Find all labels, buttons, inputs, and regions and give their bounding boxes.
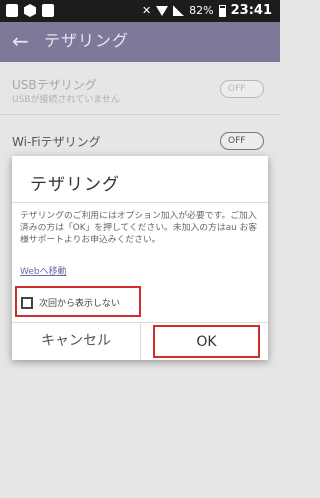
wifi-tethering-row[interactable]: Wi-Fiテザリング OFF xyxy=(0,115,280,155)
dialog-message: テザリングのご利用にはオプション加入が必要です。ご加入済みの方は「OK」を押して… xyxy=(20,211,258,245)
notification-icons xyxy=(6,4,54,17)
web-link[interactable]: Webへ移動 xyxy=(20,264,67,277)
app-toolbar: ← テザリング xyxy=(0,22,280,62)
status-bar: ✕ 82% 23:41 xyxy=(0,0,280,22)
wifi-tethering-title: Wi-Fiテザリング xyxy=(12,135,101,149)
back-arrow-icon[interactable]: ← xyxy=(12,30,29,52)
wifi-icon xyxy=(156,5,169,16)
ok-button[interactable]: OK xyxy=(153,325,260,358)
dont-show-again-label: 次回から表示しない xyxy=(39,299,121,309)
dialog-title: テザリング xyxy=(30,175,120,195)
cancel-button[interactable]: キャンセル xyxy=(12,323,140,360)
wifi-tethering-toggle[interactable]: OFF xyxy=(220,132,264,150)
dont-show-again-option[interactable]: 次回から表示しない xyxy=(21,296,120,309)
dialog-title-divider xyxy=(12,202,268,203)
usb-tethering-title: USBテザリング xyxy=(12,78,97,92)
mute-icon: ✕ xyxy=(141,4,152,17)
usb-tethering-subtitle: USBが接続されていません xyxy=(12,95,120,105)
checkbox-highlight: 次回から表示しない xyxy=(15,286,141,317)
gallery-icon xyxy=(42,4,54,17)
dont-show-again-checkbox[interactable] xyxy=(21,296,33,309)
button-separator xyxy=(140,322,141,360)
tethering-dialog: テザリング テザリングのご利用にはオプション加入が必要です。ご加入済みの方は「O… xyxy=(12,156,268,360)
battery-percent: 82% xyxy=(189,4,214,17)
page-title: テザリング xyxy=(44,31,130,50)
usb-tethering-row[interactable]: USBテザリング USBが接続されていません OFF xyxy=(0,62,280,114)
hex-app-icon xyxy=(24,4,36,17)
system-icons: ✕ 82% 23:41 xyxy=(142,3,272,18)
signal-icon xyxy=(173,5,185,16)
image-icon xyxy=(6,4,18,17)
clock: 23:41 xyxy=(230,3,272,18)
battery-icon xyxy=(218,4,226,17)
usb-tethering-toggle[interactable]: OFF xyxy=(220,80,264,98)
